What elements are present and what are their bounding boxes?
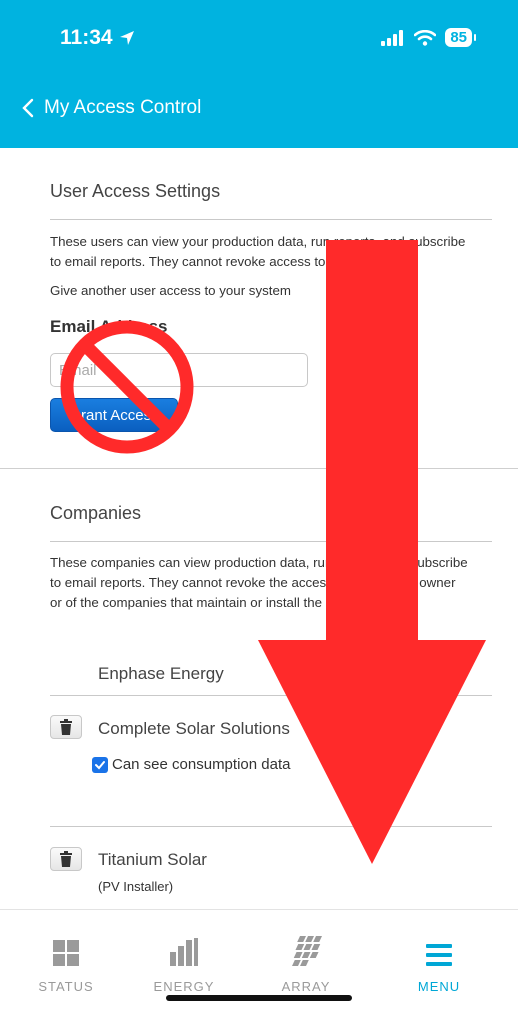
tab-status[interactable]: STATUS — [16, 938, 116, 994]
consumption-checkbox[interactable] — [92, 757, 108, 773]
company-name-enphase: Enphase Energy — [98, 664, 224, 683]
trash-icon — [60, 719, 72, 735]
status-time: 11:34 — [60, 26, 135, 50]
grid-icon — [53, 940, 79, 966]
cellular-signal-icon — [381, 29, 404, 46]
back-button[interactable]: My Access Control — [22, 97, 201, 119]
divider — [50, 219, 492, 220]
checkmark-icon — [95, 761, 105, 770]
no-sign-icon — [60, 320, 194, 454]
down-arrow-icon — [258, 240, 486, 864]
delete-company-button[interactable] — [50, 847, 82, 871]
menu-icon — [426, 944, 452, 966]
tab-array-label: ARRAY — [281, 979, 331, 994]
home-indicator — [166, 995, 352, 1001]
companies-title: Companies — [50, 503, 142, 523]
tab-menu-label: MENU — [417, 979, 461, 994]
delete-company-button[interactable] — [50, 715, 82, 739]
solar-array-icon — [292, 936, 322, 966]
wifi-icon — [414, 29, 437, 46]
status-icons: 85 — [381, 28, 476, 47]
company-name-titanium: Titanium Solar — [98, 850, 207, 869]
tab-array[interactable]: ARRAY — [256, 936, 356, 994]
tab-status-label: STATUS — [38, 979, 94, 994]
tab-energy-label: ENERGY — [153, 979, 215, 994]
battery-indicator: 85 — [445, 28, 476, 47]
company-role: (PV Installer) — [98, 879, 174, 894]
chevron-left-icon — [22, 98, 34, 118]
tab-energy[interactable]: ENERGY — [134, 938, 234, 994]
location-arrow-icon — [119, 31, 134, 45]
clock: 11:34 — [60, 26, 113, 49]
tab-menu[interactable]: MENU — [389, 938, 489, 994]
page-title: My Access Control — [44, 97, 202, 118]
trash-icon — [60, 851, 72, 867]
user-access-title: User Access Settings — [50, 181, 221, 201]
app-screen: 11:34 85 My Access Control User Access S… — [0, 0, 518, 1024]
app-header: 11:34 85 My Access Control — [0, 0, 518, 148]
bottom-tab-bar: STATUS ENERGY ARRAY MENU — [0, 909, 518, 1024]
bar-chart-icon — [170, 938, 198, 966]
